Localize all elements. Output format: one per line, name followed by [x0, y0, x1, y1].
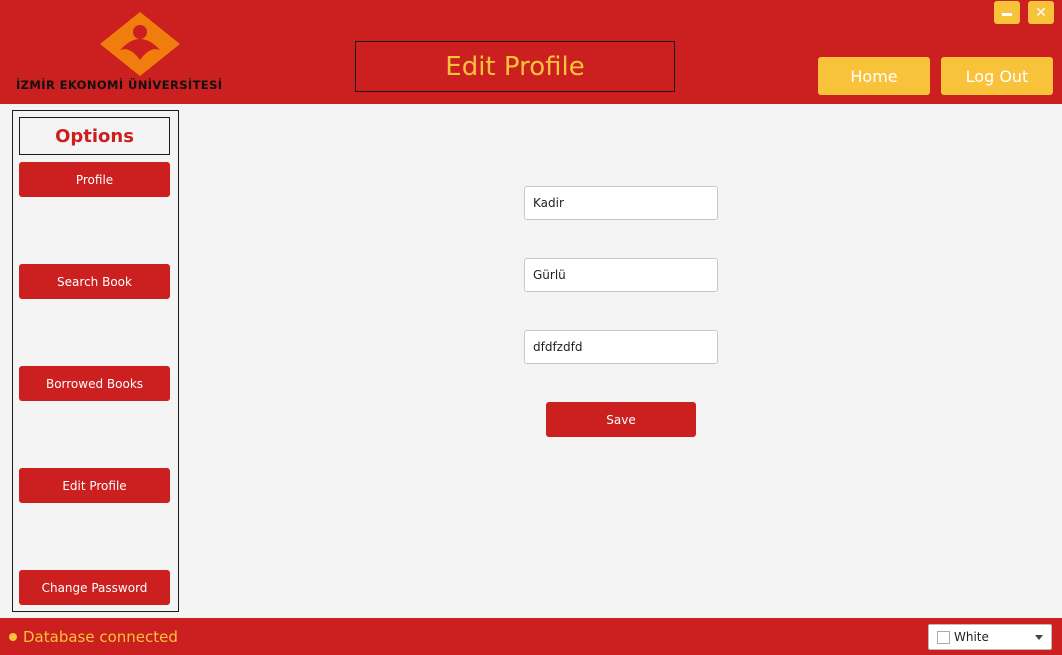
page-title: Edit Profile — [445, 51, 585, 82]
theme-value: White — [954, 630, 989, 644]
app-header: İZMİR EKONOMİ ÜNİVERSİTESİ Edit Profile … — [0, 0, 1062, 104]
close-icon: ✕ — [1035, 4, 1047, 21]
close-button[interactable]: ✕ — [1028, 1, 1054, 24]
last-name-field[interactable]: Gürlü — [524, 258, 718, 292]
first-name-field[interactable]: Kadir — [524, 186, 718, 220]
logo-text: İZMİR EKONOMİ ÜNİVERSİTESİ — [16, 78, 223, 92]
sidebar-item-edit-profile[interactable]: Edit Profile — [19, 468, 170, 503]
theme-checkbox[interactable] — [937, 630, 950, 644]
logout-button[interactable]: Log Out — [941, 57, 1053, 95]
third-field[interactable]: dfdfzdfd — [524, 330, 718, 364]
sidebar-item-borrowed-books[interactable]: Borrowed Books — [19, 366, 170, 401]
chevron-down-icon — [1035, 635, 1043, 640]
minimize-icon — [1002, 13, 1012, 16]
save-button[interactable]: Save — [546, 402, 696, 437]
status-dot-icon — [9, 633, 17, 641]
page-title-box: Edit Profile — [355, 41, 675, 92]
options-heading: Options — [19, 117, 170, 155]
minimize-button[interactable] — [994, 1, 1020, 24]
theme-select[interactable]: White — [928, 624, 1052, 650]
status-bar: Database connected White — [0, 618, 1062, 655]
sidebar-item-change-password[interactable]: Change Password — [19, 570, 170, 605]
status-text: Database connected — [23, 628, 178, 646]
options-sidebar: Options Profile Search Book Borrowed Boo… — [12, 110, 179, 612]
sidebar-item-search-book[interactable]: Search Book — [19, 264, 170, 299]
sidebar-item-profile[interactable]: Profile — [19, 162, 170, 197]
university-logo: İZMİR EKONOMİ ÜNİVERSİTESİ — [14, 10, 264, 96]
connection-status: Database connected — [9, 628, 178, 646]
home-button[interactable]: Home — [818, 57, 930, 95]
logo-emblem-icon — [100, 12, 180, 76]
